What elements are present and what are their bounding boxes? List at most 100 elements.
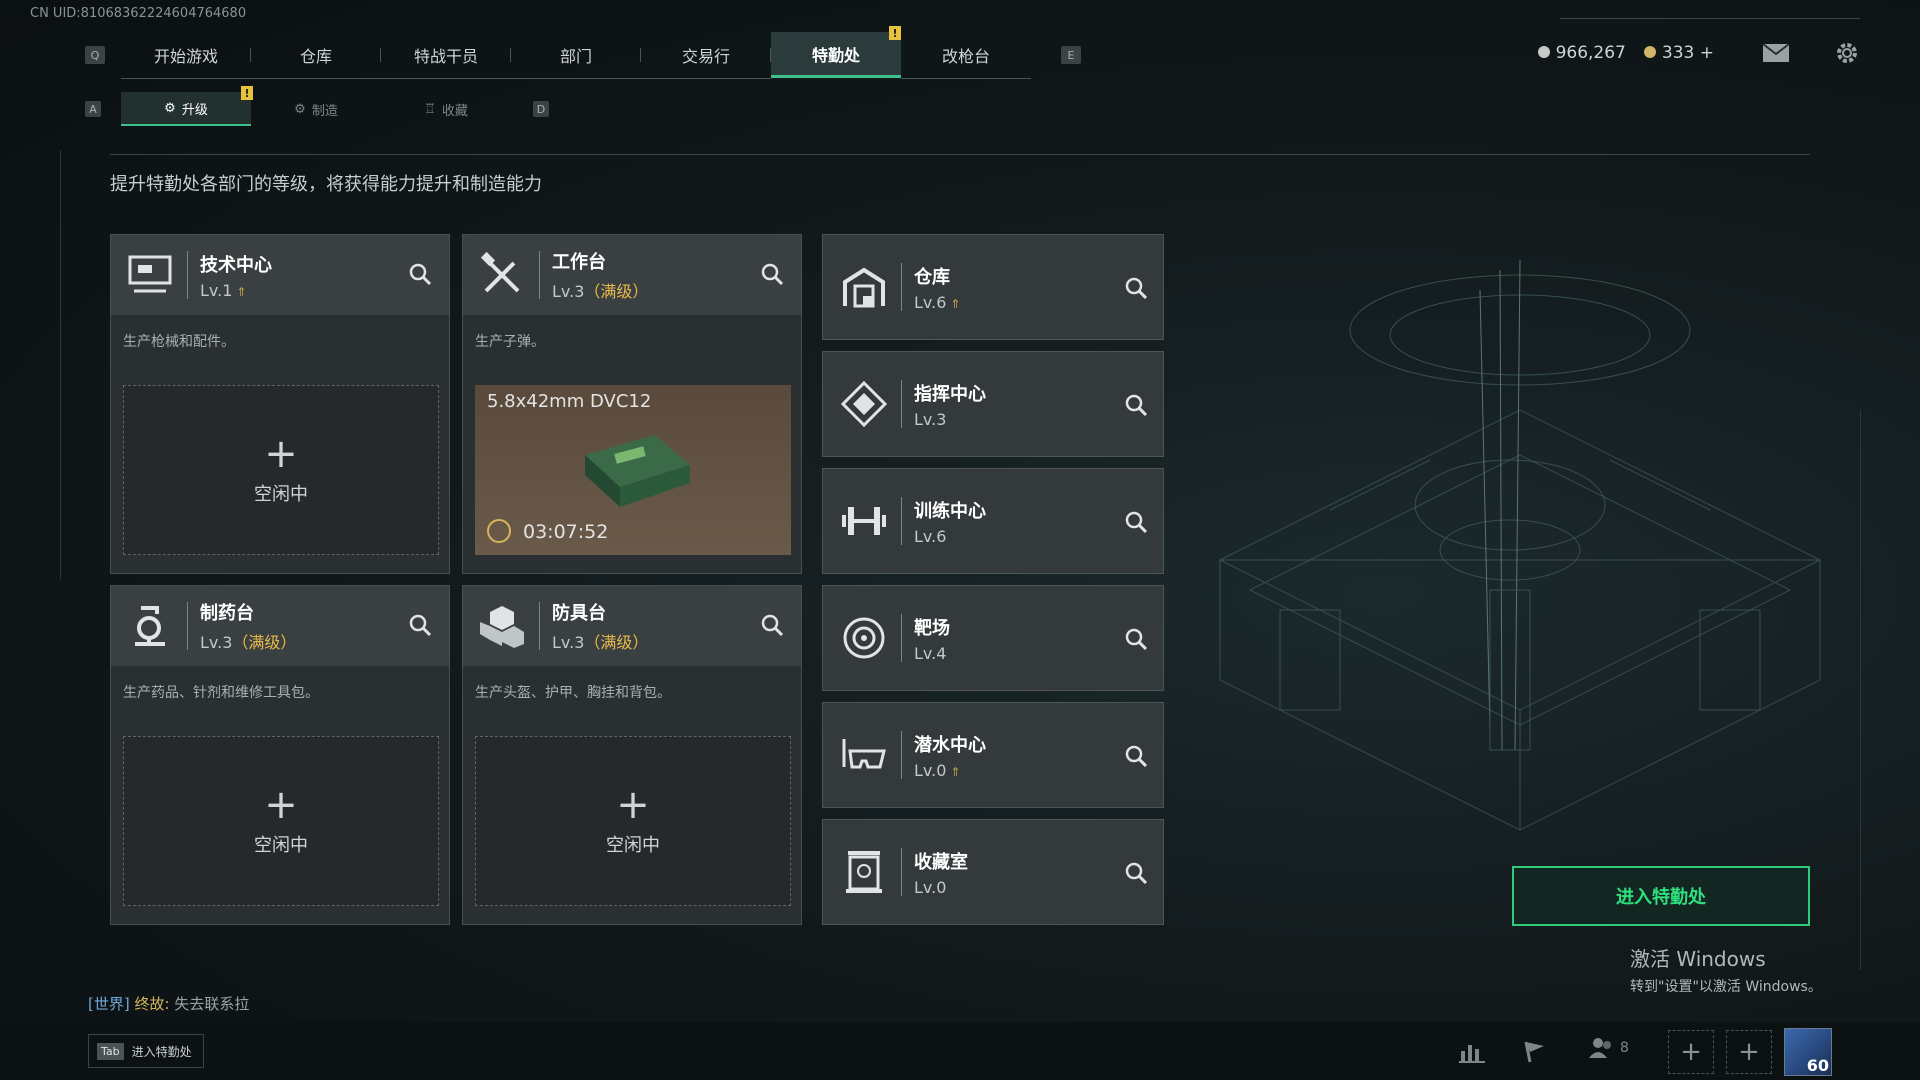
card-level: Lv.3: [552, 282, 585, 301]
command-icon: [835, 375, 893, 433]
chat-message[interactable]: [世界] 终故: 失去联系拉: [88, 993, 249, 1014]
card-pharmacy[interactable]: 制药台 Lv.3（满级） 生产药品、针剂和维修工具包。 + 空闲中: [110, 585, 450, 925]
idle-label: 空闲中: [254, 835, 308, 856]
collection-icon: [835, 843, 893, 901]
card-description: 生产头盔、护甲、胸挂和背包。: [475, 685, 671, 701]
hammer-wrench-icon: [473, 246, 531, 304]
gold-currency[interactable]: 333 +: [1643, 43, 1714, 63]
alert-badge: !: [889, 26, 901, 40]
production-slot[interactable]: 5.8x42mm DVC12 03:07:52: [475, 385, 791, 555]
trophy-icon: ♖: [424, 101, 436, 117]
nav-right-key-hint[interactable]: E: [1061, 46, 1081, 64]
card-title: 技术中心: [200, 254, 272, 276]
department-level: Lv.0: [914, 760, 947, 780]
card-level: Lv.3: [552, 633, 585, 652]
add-teammate-button[interactable]: +: [1726, 1030, 1772, 1074]
upgrade-arrow-icon: ⇑: [950, 296, 961, 311]
warehouse-icon: [835, 258, 893, 316]
microscope-icon: [121, 597, 179, 655]
tab-label: 开始游戏: [153, 46, 218, 66]
divider: [110, 154, 1810, 155]
ammo-box-image: [585, 435, 690, 507]
watermark-line2: 转到"设置"以激活 Windows。: [1630, 979, 1822, 995]
card-title: 工作台: [552, 252, 606, 273]
team-members[interactable]: 8: [1588, 1036, 1629, 1060]
chat-text: 失去联系拉: [174, 995, 250, 1013]
tab-enter-hint[interactable]: Tab 进入特勤处: [88, 1034, 204, 1068]
search-icon[interactable]: [1123, 860, 1149, 886]
search-icon[interactable]: [759, 261, 785, 287]
search-icon[interactable]: [407, 612, 433, 638]
idle-slot[interactable]: + 空闲中: [123, 385, 439, 555]
idle-slot[interactable]: + 空闲中: [475, 736, 791, 906]
subnav-left-key-hint[interactable]: A: [85, 101, 101, 117]
search-icon[interactable]: [407, 261, 433, 287]
department-collection-room[interactable]: 收藏室 Lv.0: [822, 819, 1164, 925]
search-icon[interactable]: [1123, 392, 1149, 418]
card-level: Lv.3: [200, 633, 233, 652]
card-title: 防具台: [552, 603, 606, 624]
enter-special-ops-button[interactable]: 进入特勤处: [1512, 866, 1810, 926]
department-training-center[interactable]: 训练中心 Lv.6: [822, 468, 1164, 574]
subtab-collection[interactable]: ♖ 收藏: [381, 92, 511, 126]
silver-currency[interactable]: 966,267: [1537, 43, 1626, 63]
mail-icon[interactable]: [1762, 43, 1790, 63]
tab-trading[interactable]: 交易行: [641, 32, 771, 79]
card-armor-bench[interactable]: 防具台 Lv.3（满级） 生产头盔、护甲、胸挂和背包。 + 空闲中: [462, 585, 802, 925]
search-icon[interactable]: [1123, 743, 1149, 769]
department-diving-center[interactable]: 潜水中心 Lv.0 ⇑: [822, 702, 1164, 808]
tab-operators[interactable]: 特战干员: [381, 32, 511, 79]
department-title: 训练中心: [914, 500, 986, 522]
dumbbell-icon: [835, 492, 893, 550]
subtab-label: 收藏: [441, 103, 468, 119]
base-blueprint-illustration: [1218, 259, 1822, 831]
add-teammate-button[interactable]: +: [1668, 1030, 1714, 1074]
department-title: 潜水中心: [914, 734, 986, 756]
department-level: Lv.3: [914, 409, 947, 429]
craft-icon: ⚙: [294, 101, 306, 117]
stats-icon[interactable]: [1452, 1034, 1492, 1070]
tab-departments[interactable]: 部门: [511, 32, 641, 79]
department-shooting-range[interactable]: 靶场 Lv.4: [822, 585, 1164, 691]
department-level: Lv.0: [914, 877, 947, 897]
tab-special-ops[interactable]: 特勤处!: [771, 26, 901, 78]
card-workbench[interactable]: 工作台 Lv.3（满级） 生产子弹。 5.8x42mm DVC12 03:07:…: [462, 234, 802, 574]
department-warehouse[interactable]: 仓库 Lv.6 ⇑: [822, 234, 1164, 340]
subnav-right-key-hint[interactable]: D: [533, 101, 549, 117]
card-description: 生产枪械和配件。: [123, 334, 235, 350]
bottom-bar: [0, 1022, 1920, 1080]
department-command-center[interactable]: 指挥中心 Lv.3: [822, 351, 1164, 457]
avatar[interactable]: 60: [1784, 1028, 1832, 1076]
card-description: 生产药品、针剂和维修工具包。: [123, 685, 319, 701]
idle-slot[interactable]: + 空闲中: [123, 736, 439, 906]
flag-icon[interactable]: [1514, 1034, 1554, 1070]
page-description: 提升特勤处各部门的等级，将获得能力提升和制造能力: [110, 174, 542, 195]
upgrade-arrow-icon: ⇑: [236, 284, 247, 299]
tab-label: 特勤处: [811, 45, 860, 65]
currency-bar: 966,267 333 +: [1537, 40, 1860, 66]
tab-label: 特战干员: [413, 46, 478, 66]
tab-warehouse[interactable]: 仓库: [251, 32, 381, 79]
gold-amount: 333 +: [1661, 43, 1714, 63]
department-level: Lv.4: [914, 643, 947, 663]
upgrade-arrow-icon: ⇑: [950, 764, 961, 779]
department-title: 指挥中心: [914, 383, 986, 405]
gear-icon[interactable]: [1834, 40, 1860, 66]
user-uid: CN UID:81068362224604764680: [30, 6, 247, 21]
card-title: 制药台: [200, 603, 254, 624]
tab-start-game[interactable]: 开始游戏: [121, 32, 251, 79]
watermark-line1: 激活 Windows: [1630, 947, 1766, 971]
search-icon[interactable]: [1123, 275, 1149, 301]
search-icon[interactable]: [1123, 509, 1149, 535]
chat-sender: 终故:: [134, 995, 170, 1013]
target-icon: [835, 609, 893, 667]
search-icon[interactable]: [1123, 626, 1149, 652]
card-tech-center[interactable]: 技术中心 Lv.1 ⇑ 生产枪械和配件。 + 空闲中: [110, 234, 450, 574]
subtab-craft[interactable]: ⚙ 制造: [251, 92, 381, 126]
subtab-upgrade[interactable]: ⚙ 升级 !: [121, 86, 253, 126]
department-title: 靶场: [914, 617, 950, 639]
max-level-tag: （满级）: [584, 282, 649, 301]
search-icon[interactable]: [759, 612, 785, 638]
nav-left-key-hint[interactable]: Q: [85, 46, 105, 64]
tab-gunsmith[interactable]: 改枪台: [901, 32, 1031, 79]
